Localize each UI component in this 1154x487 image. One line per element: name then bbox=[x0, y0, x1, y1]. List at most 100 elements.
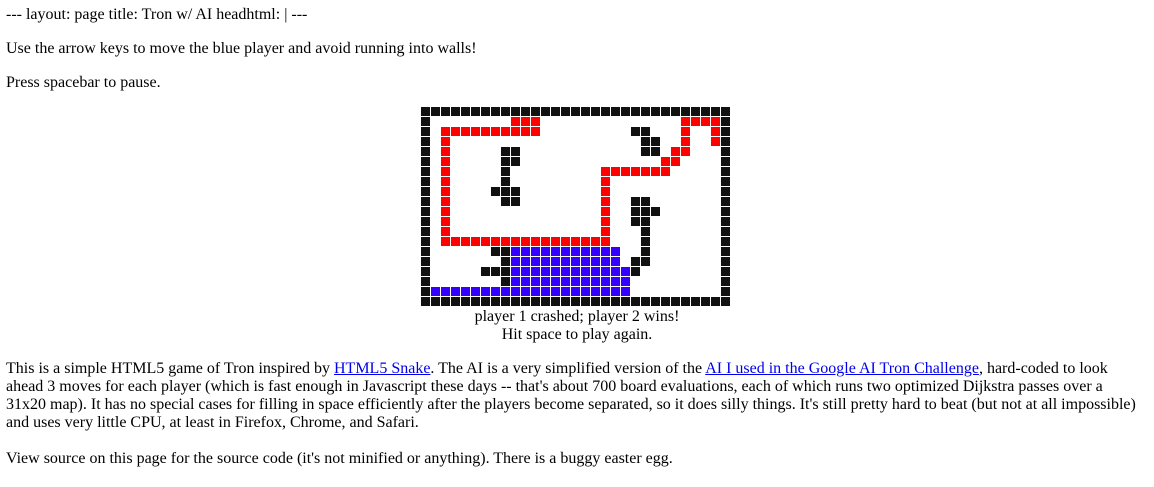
player1-trail-cell bbox=[521, 277, 530, 286]
wall-cell bbox=[681, 107, 690, 116]
wall-cell bbox=[421, 227, 430, 236]
player2-trail-cell bbox=[651, 167, 660, 176]
wall-cell bbox=[501, 277, 510, 286]
player1-trail-cell bbox=[461, 287, 470, 296]
player1-trail-cell bbox=[581, 247, 590, 256]
wall-cell bbox=[721, 187, 730, 196]
player2-trail-cell bbox=[511, 127, 520, 136]
wall-cell bbox=[551, 107, 560, 116]
player1-trail-cell bbox=[521, 287, 530, 296]
wall-cell bbox=[511, 297, 520, 306]
wall-cell bbox=[641, 227, 650, 236]
player2-trail-cell bbox=[531, 127, 540, 136]
player1-trail-cell bbox=[571, 287, 580, 296]
wall-cell bbox=[421, 277, 430, 286]
wall-cell bbox=[631, 257, 640, 266]
player2-trail-cell bbox=[661, 157, 670, 166]
player2-trail-cell bbox=[451, 237, 460, 246]
wall-cell bbox=[521, 297, 530, 306]
player1-trail-cell bbox=[531, 287, 540, 296]
wall-cell bbox=[721, 207, 730, 216]
pause-instructions: Press spacebar to pause. bbox=[6, 74, 161, 91]
player2-trail-cell bbox=[661, 167, 670, 176]
player2-trail-cell bbox=[621, 167, 630, 176]
player1-trail-cell bbox=[551, 287, 560, 296]
player1-trail-cell bbox=[541, 287, 550, 296]
player2-trail-cell bbox=[441, 177, 450, 186]
player1-trail-cell bbox=[581, 267, 590, 276]
wall-cell bbox=[721, 137, 730, 146]
wall-cell bbox=[571, 107, 580, 116]
player1-trail-cell bbox=[541, 267, 550, 276]
player2-trail-cell bbox=[671, 147, 680, 156]
wall-cell bbox=[591, 107, 600, 116]
wall-cell bbox=[721, 247, 730, 256]
html5-snake-link[interactable]: HTML5 Snake bbox=[334, 360, 430, 377]
description-paragraph: This is a simple HTML5 game of Tron insp… bbox=[6, 360, 1141, 432]
wall-cell bbox=[721, 217, 730, 226]
wall-cell bbox=[511, 197, 520, 206]
wall-cell bbox=[721, 277, 730, 286]
wall-cell bbox=[421, 157, 430, 166]
wall-cell bbox=[711, 297, 720, 306]
wall-cell bbox=[421, 117, 430, 126]
wall-cell bbox=[551, 297, 560, 306]
wall-cell bbox=[721, 287, 730, 296]
player2-trail-cell bbox=[631, 167, 640, 176]
wall-cell bbox=[651, 297, 660, 306]
wall-cell bbox=[431, 107, 440, 116]
wall-cell bbox=[721, 127, 730, 136]
wall-cell bbox=[641, 237, 650, 246]
wall-cell bbox=[681, 297, 690, 306]
wall-cell bbox=[581, 297, 590, 306]
wall-cell bbox=[631, 207, 640, 216]
player1-trail-cell bbox=[551, 247, 560, 256]
wall-cell bbox=[611, 297, 620, 306]
player1-trail-cell bbox=[551, 277, 560, 286]
player2-trail-cell bbox=[541, 237, 550, 246]
player1-trail-cell bbox=[601, 277, 610, 286]
wall-cell bbox=[481, 297, 490, 306]
wall-cell bbox=[641, 127, 650, 136]
player2-trail-cell bbox=[701, 117, 710, 126]
player2-trail-cell bbox=[451, 127, 460, 136]
game-board[interactable] bbox=[421, 107, 732, 308]
player1-trail-cell bbox=[581, 287, 590, 296]
wall-cell bbox=[431, 297, 440, 306]
wall-cell bbox=[501, 297, 510, 306]
wall-cell bbox=[701, 107, 710, 116]
wall-cell bbox=[571, 297, 580, 306]
wall-cell bbox=[641, 257, 650, 266]
player2-trail-cell bbox=[481, 127, 490, 136]
wall-cell bbox=[651, 137, 660, 146]
player2-trail-cell bbox=[601, 197, 610, 206]
player2-trail-cell bbox=[441, 227, 450, 236]
move-instructions: Use the arrow keys to move the blue play… bbox=[6, 40, 477, 57]
wall-cell bbox=[491, 267, 500, 276]
wall-cell bbox=[501, 177, 510, 186]
wall-cell bbox=[511, 157, 520, 166]
player2-trail-cell bbox=[441, 137, 450, 146]
wall-cell bbox=[711, 107, 720, 116]
wall-cell bbox=[501, 247, 510, 256]
player1-trail-cell bbox=[431, 287, 440, 296]
description-text-2: . The AI is a very simplified version of… bbox=[430, 360, 706, 377]
player1-trail-cell bbox=[611, 247, 620, 256]
wall-cell bbox=[501, 197, 510, 206]
player2-trail-cell bbox=[711, 127, 720, 136]
game-board-canvas[interactable] bbox=[421, 107, 732, 308]
player2-trail-cell bbox=[471, 127, 480, 136]
player2-trail-cell bbox=[581, 237, 590, 246]
wall-cell bbox=[501, 257, 510, 266]
google-ai-tron-link[interactable]: AI I used in the Google AI Tron Challeng… bbox=[705, 360, 979, 377]
wall-cell bbox=[451, 297, 460, 306]
wall-cell bbox=[721, 257, 730, 266]
player1-trail-cell bbox=[561, 257, 570, 266]
wall-cell bbox=[651, 147, 660, 156]
wall-cell bbox=[501, 107, 510, 116]
player1-trail-cell bbox=[521, 267, 530, 276]
wall-cell bbox=[661, 107, 670, 116]
player2-trail-cell bbox=[461, 127, 470, 136]
wall-cell bbox=[721, 167, 730, 176]
wall-cell bbox=[641, 107, 650, 116]
